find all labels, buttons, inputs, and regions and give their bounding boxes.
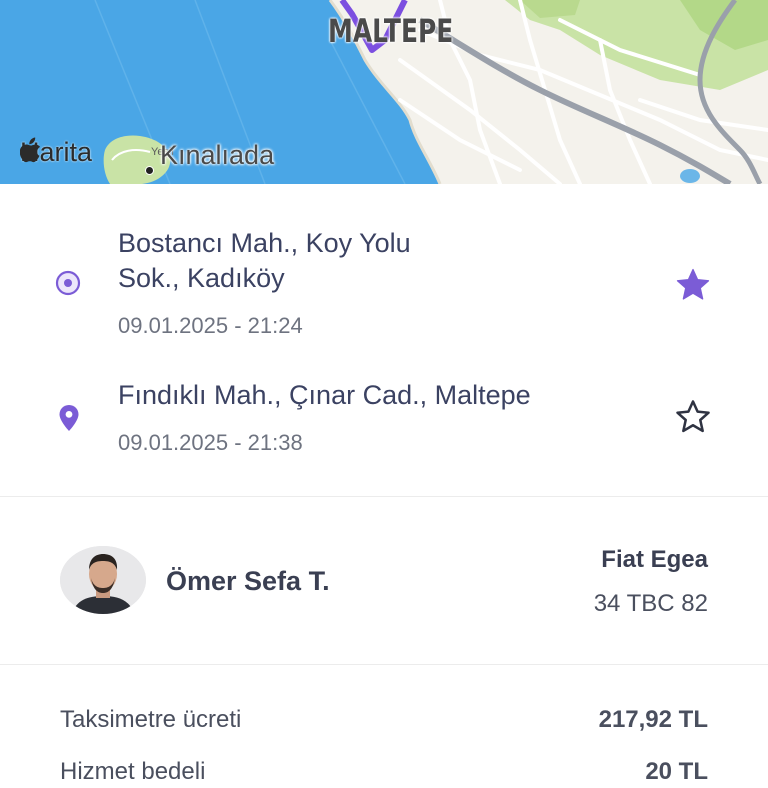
route-map[interactable]: MALTEPE Yeşil Kınalıada Harita: [0, 0, 768, 184]
apple-logo-icon: [20, 137, 41, 163]
pickup-point: Bostancı Mah., Koy Yolu Sok., Kadıköy 09…: [0, 222, 768, 342]
location-pin-icon: [58, 404, 80, 437]
pickup-address-line2: Sok., Kadıköy: [118, 263, 285, 293]
map-district-label: MALTEPE: [328, 12, 454, 50]
fare-label: Taksimetre ücreti: [60, 706, 242, 733]
driver-avatar: [60, 546, 146, 614]
car-plate: 34 TBC 82: [593, 590, 708, 617]
car-model: Fiat Egea: [601, 546, 708, 573]
fare-row-service: Hizmet bedeli 20 TL: [60, 758, 708, 788]
pickup-dot-icon: [55, 270, 81, 301]
dropoff-address: Fındıklı Mah., Çınar Cad., Maltepe: [118, 380, 531, 410]
fare-value: 217,92 TL: [598, 706, 708, 733]
fare-value: 20 TL: [645, 758, 708, 785]
poi-dot-icon: [145, 166, 154, 175]
star-outline-icon: [676, 400, 710, 433]
pickup-time: 09.01.2025 - 21:24: [118, 313, 303, 338]
star-filled-icon: [676, 268, 710, 300]
fare-label: Hizmet bedeli: [60, 758, 206, 785]
fare-row-meter: Taksimetre ücreti 217,92 TL: [60, 706, 708, 736]
pickup-address-line1: Bostancı Mah., Koy Yolu: [118, 228, 411, 258]
pickup-address: Bostancı Mah., Koy Yolu Sok., Kadıköy: [118, 226, 411, 296]
dropoff-favorite-button[interactable]: [674, 398, 712, 441]
driver-name: Ömer Sefa T.: [166, 566, 330, 596]
pickup-favorite-button[interactable]: [674, 266, 712, 309]
divider: [0, 496, 768, 497]
dropoff-point: Fındıklı Mah., Çınar Cad., Maltepe 09.01…: [0, 376, 768, 466]
divider: [0, 664, 768, 665]
map-island-label: Kınalıada: [160, 140, 275, 170]
maps-attribution[interactable]: Harita: [20, 137, 92, 168]
dropoff-time: 09.01.2025 - 21:38: [118, 430, 303, 455]
